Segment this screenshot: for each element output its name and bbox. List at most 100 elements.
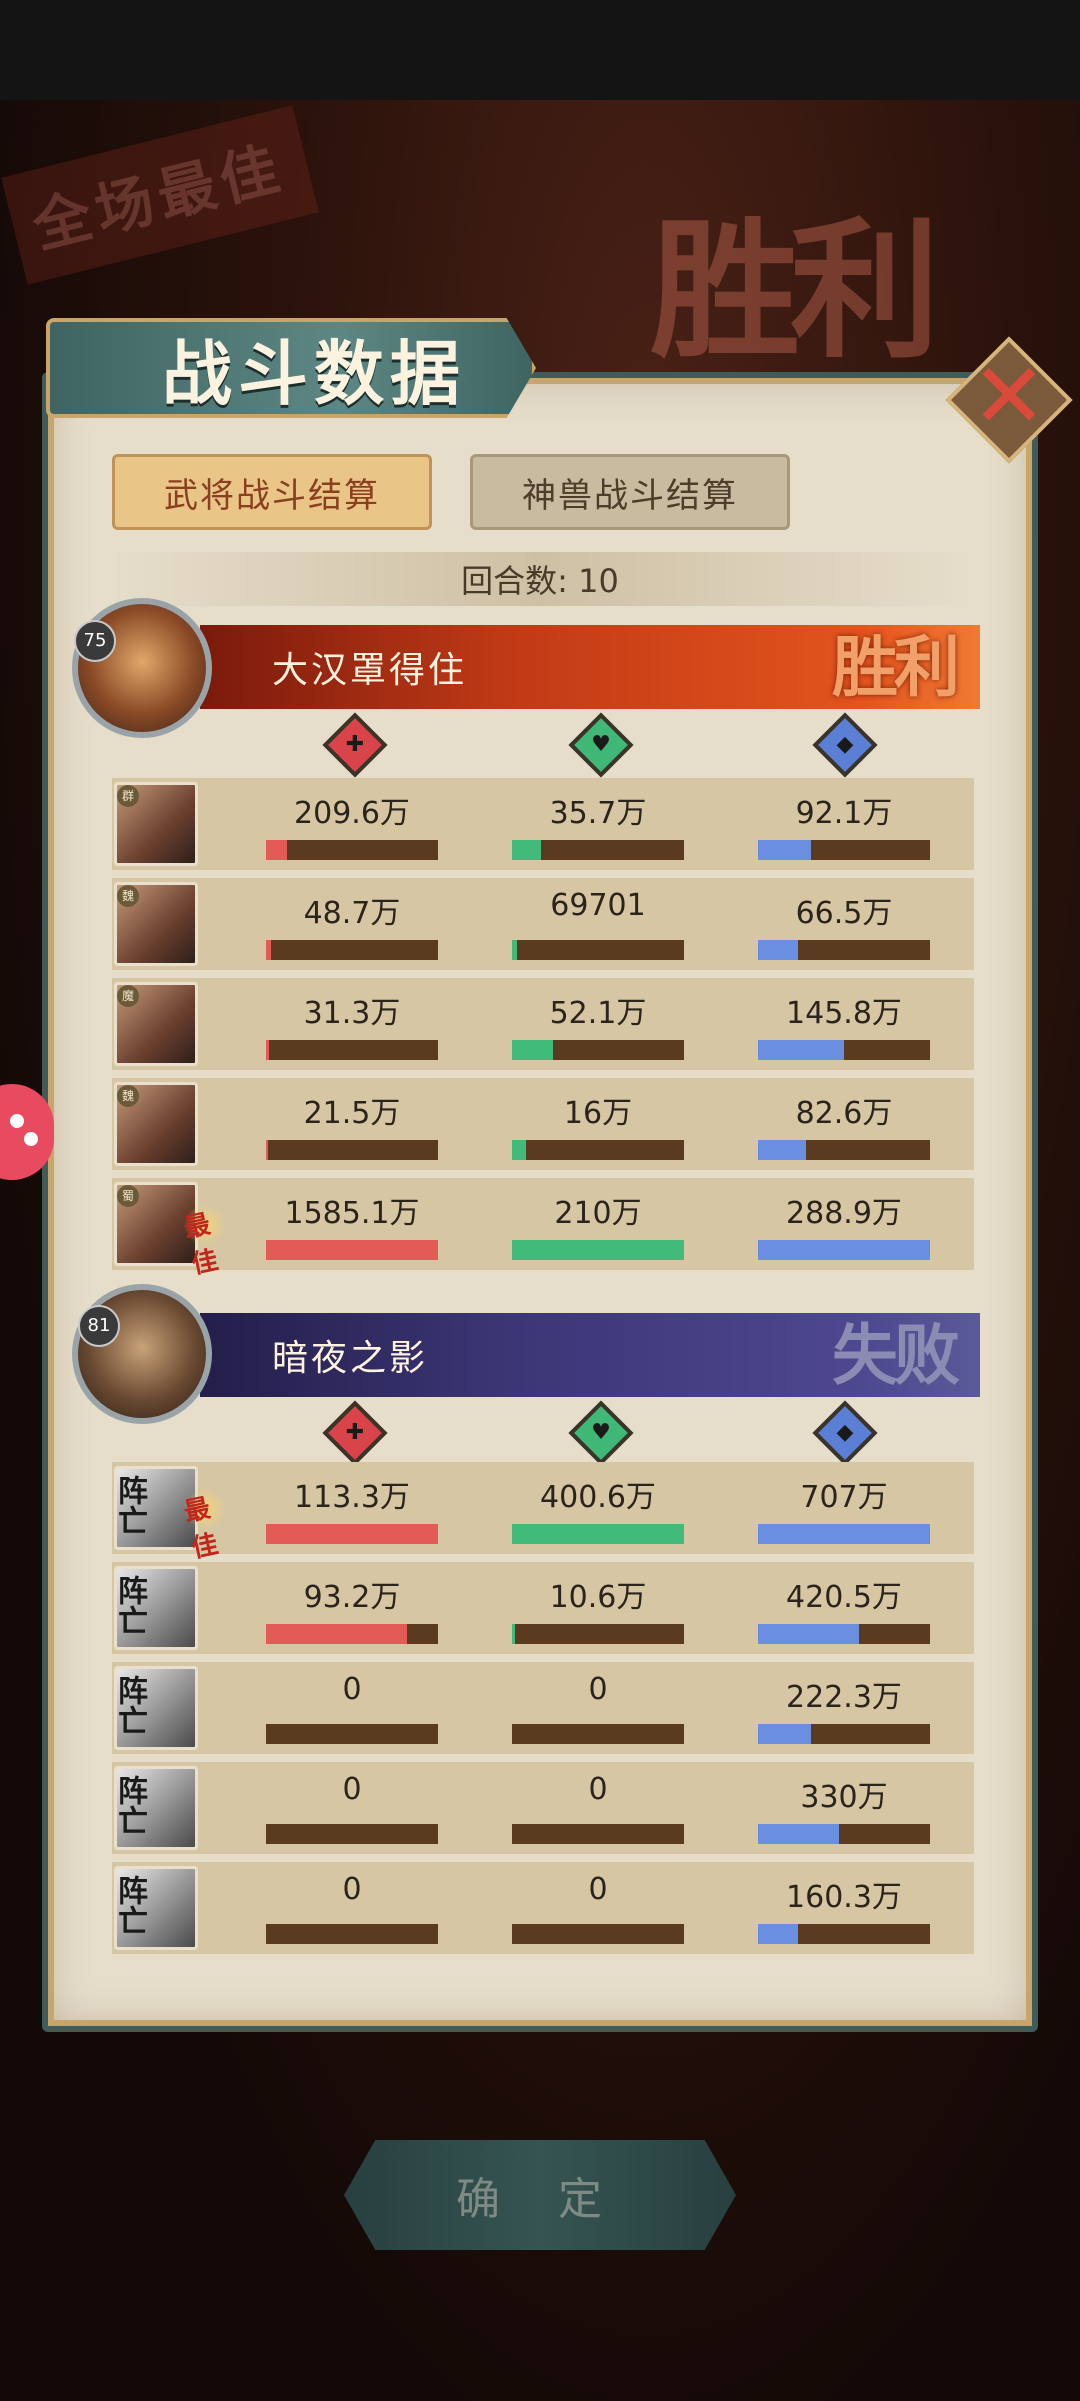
hero-row[interactable]: 魔 31.3万 52.1万 145.8万 bbox=[112, 978, 974, 1070]
damage-icon-glyph: ✚ bbox=[345, 1420, 365, 1445]
dead-label: 阵亡 bbox=[112, 1875, 147, 1935]
hero-row[interactable]: 阵亡 0 0 222.3万 bbox=[112, 1662, 974, 1754]
best-badge: 最佳 bbox=[180, 1484, 230, 1564]
hero-portrait[interactable]: 群 bbox=[114, 782, 198, 866]
faction-badge: 蜀 bbox=[117, 1185, 139, 1207]
tab-beast-settlement[interactable]: 神兽战斗结算 bbox=[470, 454, 790, 530]
defense-icon-glyph: ◆ bbox=[836, 1420, 854, 1445]
heal-bar-fill bbox=[512, 840, 541, 860]
defense-bar bbox=[758, 1524, 930, 1544]
heal-cell: 69701 bbox=[510, 878, 686, 970]
heal-cell: 0 bbox=[510, 1762, 686, 1854]
faction-badge: 群 bbox=[117, 785, 139, 807]
damage-cell: 0 bbox=[264, 1862, 440, 1954]
faction-badge: 魔 bbox=[117, 985, 139, 1007]
damage-value: 0 bbox=[342, 1872, 362, 1907]
hero-portrait[interactable]: 魏 bbox=[114, 1082, 198, 1166]
hero-portrait[interactable]: 魔 bbox=[114, 982, 198, 1066]
defense-bar bbox=[758, 1040, 930, 1060]
damage-bar bbox=[266, 1524, 438, 1544]
defense-cell: 82.6万 bbox=[756, 1078, 932, 1170]
team-banner-ally: 大汉罩得住 胜利 bbox=[200, 625, 980, 709]
faction-badge: 魏 bbox=[117, 885, 139, 907]
damage-cell: 31.3万 bbox=[264, 978, 440, 1070]
damage-bar bbox=[266, 1140, 438, 1160]
damage-bar bbox=[266, 1924, 438, 1944]
damage-bar bbox=[266, 840, 438, 860]
hero-portrait[interactable]: 阵亡 bbox=[112, 1566, 198, 1650]
damage-value: 48.7万 bbox=[303, 896, 401, 931]
damage-value: 1585.1万 bbox=[284, 1196, 420, 1231]
damage-bar bbox=[266, 1624, 438, 1644]
defense-cell: 420.5万 bbox=[756, 1562, 932, 1654]
dead-label: 阵亡 bbox=[112, 1575, 147, 1635]
status-bar bbox=[0, 0, 1080, 100]
heal-bar bbox=[512, 940, 684, 960]
defense-bar-fill bbox=[758, 1040, 844, 1060]
heal-bar bbox=[512, 1140, 684, 1160]
dead-label: 阵亡 bbox=[112, 1775, 147, 1835]
team-avatar bbox=[72, 598, 212, 738]
hero-row[interactable]: 阵亡 93.2万 10.6万 420.5万 bbox=[112, 1562, 974, 1654]
heal-bar bbox=[512, 1040, 684, 1060]
damage-cell: 93.2万 bbox=[264, 1562, 440, 1654]
defense-bar bbox=[758, 1240, 930, 1260]
heal-value: 0 bbox=[588, 1872, 608, 1907]
damage-bar-fill bbox=[266, 1140, 268, 1160]
hero-row[interactable]: 群 209.6万 35.7万 92.1万 bbox=[112, 778, 974, 870]
hero-row[interactable]: 阵亡 0 0 160.3万 bbox=[112, 1862, 974, 1954]
hero-portrait[interactable]: 阵亡 bbox=[112, 1866, 198, 1950]
damage-bar-fill bbox=[266, 1240, 438, 1260]
hero-row[interactable]: 阵亡 最佳 113.3万 400.6万 707万 bbox=[112, 1462, 974, 1564]
defense-bar bbox=[758, 1140, 930, 1160]
dead-label: 阵亡 bbox=[112, 1475, 147, 1535]
confirm-button[interactable]: 确 定 bbox=[344, 2140, 736, 2250]
damage-value: 113.3万 bbox=[294, 1480, 410, 1515]
heal-bar bbox=[512, 1924, 684, 1944]
team-name: 暗夜之影 bbox=[272, 1338, 429, 1379]
defense-cell: 330万 bbox=[756, 1762, 932, 1854]
heal-bar-fill bbox=[512, 1624, 515, 1644]
tab-hero-settlement[interactable]: 武将战斗结算 bbox=[112, 454, 432, 530]
close-icon[interactable]: ✕ bbox=[964, 352, 1054, 442]
defense-cell: 707万 bbox=[756, 1462, 932, 1554]
damage-bar-fill bbox=[266, 1040, 269, 1060]
defense-bar bbox=[758, 1824, 930, 1844]
hero-portrait[interactable]: 阵亡 bbox=[112, 1766, 198, 1850]
damage-bar-fill bbox=[266, 840, 287, 860]
team-result: 胜利 bbox=[832, 628, 960, 706]
heal-value: 35.7万 bbox=[549, 796, 647, 831]
heal-value: 52.1万 bbox=[549, 996, 647, 1031]
hero-row[interactable]: 阵亡 0 0 330万 bbox=[112, 1762, 974, 1854]
hero-portrait[interactable]: 魏 bbox=[114, 882, 198, 966]
damage-value: 31.3万 bbox=[303, 996, 401, 1031]
defense-value: 288.9万 bbox=[786, 1196, 902, 1231]
heal-bar bbox=[512, 1240, 684, 1260]
defense-bar-fill bbox=[758, 1724, 811, 1744]
heal-icon-glyph: ♥ bbox=[591, 732, 611, 757]
heal-cell: 400.6万 bbox=[510, 1462, 686, 1554]
defense-value: 222.3万 bbox=[786, 1680, 902, 1715]
heal-value: 0 bbox=[588, 1672, 608, 1707]
team-name: 大汉罩得住 bbox=[272, 650, 468, 691]
defense-bar-fill bbox=[758, 940, 798, 960]
hero-portrait[interactable]: 阵亡 bbox=[112, 1666, 198, 1750]
damage-cell: 48.7万 bbox=[264, 878, 440, 970]
heal-bar bbox=[512, 1624, 684, 1644]
defense-value: 707万 bbox=[800, 1480, 888, 1515]
heal-value: 10.6万 bbox=[549, 1580, 647, 1615]
defense-bar-fill bbox=[758, 1824, 839, 1844]
defense-bar-fill bbox=[758, 1624, 859, 1644]
faction-badge: 魏 bbox=[117, 1085, 139, 1107]
defense-cell: 288.9万 bbox=[756, 1178, 932, 1270]
damage-cell: 1585.1万 bbox=[264, 1178, 440, 1270]
defense-bar-fill bbox=[758, 1240, 930, 1260]
damage-cell: 113.3万 bbox=[264, 1462, 440, 1554]
damage-bar bbox=[266, 1724, 438, 1744]
hero-row[interactable]: 魏 21.5万 16万 82.6万 bbox=[112, 1078, 974, 1170]
hero-row[interactable]: 蜀最佳 1585.1万 210万 288.9万 bbox=[112, 1178, 974, 1280]
hero-row[interactable]: 魏 48.7万 69701 66.5万 bbox=[112, 878, 974, 970]
defense-cell: 145.8万 bbox=[756, 978, 932, 1070]
heal-icon-glyph: ♥ bbox=[591, 1420, 611, 1445]
round-count: 回合数: 10 bbox=[112, 552, 968, 606]
